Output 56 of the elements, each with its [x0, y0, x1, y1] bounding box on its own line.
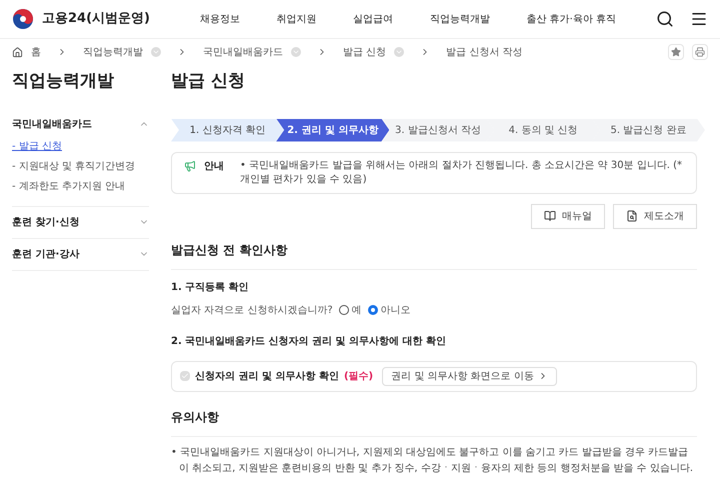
chevron-down-icon — [292, 48, 300, 56]
sidebar-item[interactable]: - 발급 신청 — [12, 138, 149, 154]
radio-label[interactable]: 예 — [352, 302, 362, 318]
link-button[interactable]: 제도소개 — [613, 204, 697, 228]
favorite-button[interactable] — [668, 44, 684, 60]
nav-link[interactable]: 채용정보 — [200, 12, 240, 26]
question-title: 1. 구직등록 확인 — [171, 280, 250, 294]
notice-label: 안내 — [204, 160, 224, 174]
site-logo-text[interactable]: 고용24(시범운영) — [42, 9, 150, 29]
sidebar-item[interactable]: - 지원대상 및 휴직기간변경 — [12, 158, 149, 174]
radio-button[interactable] — [368, 305, 378, 315]
radio-button[interactable] — [338, 305, 349, 315]
dropdown-button[interactable] — [394, 47, 404, 57]
chevron-down-icon — [152, 48, 160, 56]
radio-label[interactable]: 아니오 — [380, 302, 411, 318]
sidebar-group[interactable]: 훈련 찾기·신청 — [12, 214, 80, 230]
sidebar-item[interactable]: - 계좌한도 추가지원 안내 — [12, 178, 149, 194]
section-title: 유의사항 — [171, 408, 697, 436]
search-icon[interactable] — [656, 10, 674, 28]
logo-icon — [12, 8, 34, 30]
breadcrumb-link[interactable]: 발급 신청 — [343, 44, 386, 60]
checkbox-label: 신청자의 권리 및 의무사항 확인 — [195, 370, 339, 384]
book-icon — [544, 210, 556, 222]
home-icon — [12, 46, 23, 58]
nav-link[interactable]: 출산 휴가·육아 휴직 — [526, 12, 616, 26]
page-title: 발급 신청 — [171, 70, 246, 93]
nav-link[interactable]: 실업급여 — [353, 12, 394, 26]
menu-icon[interactable] — [690, 10, 708, 28]
chevron-down-icon — [395, 48, 404, 56]
sidebar-group[interactable]: 훈련 기관·강사 — [12, 246, 80, 262]
nav-link[interactable]: 취업지원 — [276, 12, 317, 26]
required-label: (필수) — [344, 370, 374, 384]
progress-step: 4. 동의 및 신청 — [486, 118, 600, 142]
document-search-icon — [626, 210, 638, 222]
caution-text: • 국민내일배움카드 지원대상이 아니거나, 지원제외 대상임에도 불구하고 이를 숨기고 카드 발급받을 경우 카드발급이 취소되고, 지원받은 훈련비용의 반환 및 추가 징수, 수강ㆍ지원ㆍ융자의 제한 등의 행정처분을 받을 수 있습니다. — [171, 446, 694, 476]
notice-text: • 국민내일배움카드 발급을 위해서는 아래의 절차가 진행됩니다. 총 소요시간은 약 30분 입니다. (*개인별 편차가 있을 수 있음) — [240, 158, 684, 186]
progress-step: 1. 신청자격 확인 — [171, 118, 284, 142]
sidebar-group[interactable]: 국민내일배움카드 — [12, 116, 92, 132]
breadcrumb-link[interactable]: 홈 — [31, 44, 41, 60]
progress-step: 2. 권리 및 의무사항 — [276, 118, 390, 142]
section-title: 발급신청 전 확인사항 — [171, 240, 697, 270]
nav-link[interactable]: 직업능력개발 — [430, 12, 490, 26]
question-title: 2. 국민내일배움카드 신청자의 권리 및 의무사항에 대한 확인 — [171, 334, 448, 348]
progress-step: 5. 발급신청 완료 — [592, 118, 706, 142]
megaphone-icon — [184, 160, 196, 172]
print-button[interactable] — [692, 44, 708, 60]
question-text: 실업자 자격으로 신청하시겠습니까? — [171, 304, 333, 318]
progress-step: 3. 발급신청서 작성 — [381, 118, 495, 142]
breadcrumb-link[interactable]: 직업능력개발 — [83, 44, 143, 60]
dropdown-button[interactable] — [291, 47, 301, 57]
navigate-button[interactable]: 권리 및 의무사항 화면으로 이동 — [382, 366, 557, 386]
sidebar-title: 직업능력개발 — [12, 70, 115, 93]
link-button[interactable]: 매뉴얼 — [531, 204, 605, 228]
breadcrumb-link[interactable]: 국민내일배움카드 — [203, 44, 283, 60]
dropdown-button[interactable] — [151, 47, 161, 57]
breadcrumb-link[interactable]: 발급 신청서 작성 — [446, 44, 523, 60]
